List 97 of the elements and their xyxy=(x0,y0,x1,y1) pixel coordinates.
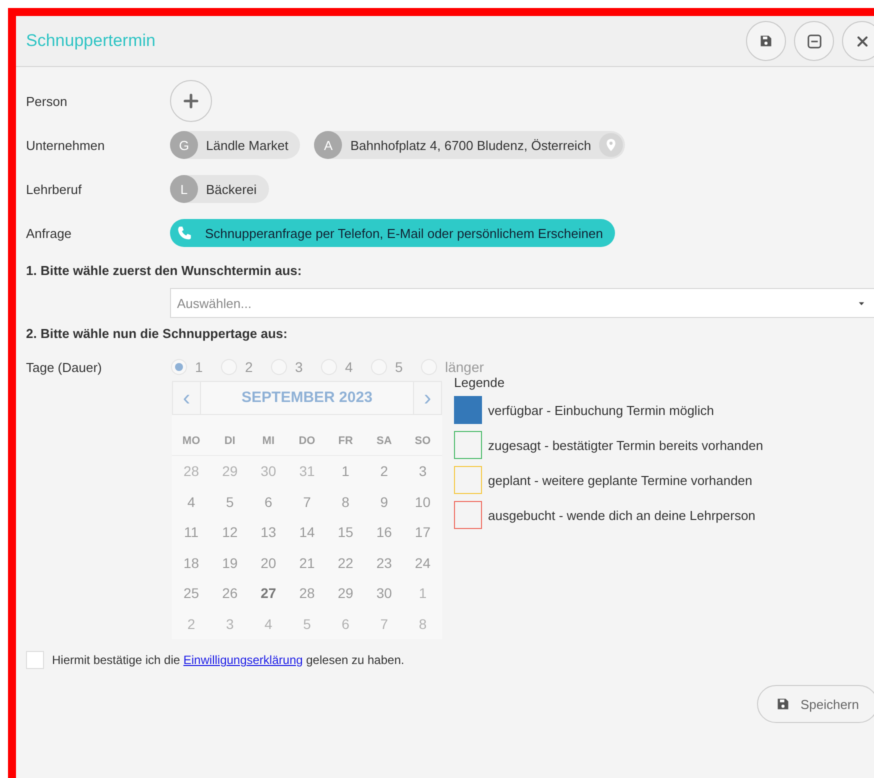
field-label: Unternehmen xyxy=(26,138,106,152)
field-label: Lehrberuf xyxy=(26,182,83,196)
window-title: Schnuppertermin xyxy=(26,31,156,51)
calendar-day[interactable]: 17 xyxy=(403,517,442,548)
calendar-day[interactable]: 1 xyxy=(326,456,365,486)
calendar-day[interactable]: 25 xyxy=(172,578,211,608)
option-label: 4 xyxy=(345,359,354,375)
calendar-day[interactable]: 10 xyxy=(403,486,442,517)
consent-checkbox[interactable] xyxy=(26,651,44,669)
info-chip[interactable]: A Bahnhofplatz 4, 6700 Bludenz, Österreich xyxy=(314,131,626,159)
calendar-day[interactable]: 7 xyxy=(364,608,404,639)
close-icon xyxy=(856,34,868,48)
save-icon xyxy=(776,697,790,711)
section-heading: 1. Bitte wähle zuerst den Wunschtermin aus: xyxy=(26,263,303,278)
month-title: SEPTEMBER 2023 xyxy=(240,388,374,408)
legend-text: ausgebucht - wende dich an deine Lehrperson xyxy=(488,508,756,522)
calendar-day[interactable]: 18 xyxy=(172,548,211,578)
weekday-label: MO xyxy=(172,427,211,456)
calendar-day[interactable]: 24 xyxy=(403,548,442,578)
minimize-button[interactable] xyxy=(794,21,834,61)
calendar-day[interactable]: 30 xyxy=(249,456,288,486)
option-label: 1 xyxy=(195,359,204,375)
calendar-day[interactable]: 5 xyxy=(210,486,250,517)
calendar-day[interactable]: 2 xyxy=(172,608,211,639)
calendar-day[interactable]: 28 xyxy=(288,578,326,608)
minimize-icon xyxy=(806,34,822,48)
initial-avatar: A xyxy=(314,131,342,159)
request-text: Schnupperanfrage per Telefon, E-Mail oder persönlichem Erscheinen xyxy=(205,226,603,240)
calendar-day[interactable]: 19 xyxy=(210,548,250,578)
calendar-day[interactable]: 1 xyxy=(403,578,442,608)
calendar-day[interactable]: 6 xyxy=(326,608,365,639)
consent-text: Hiermit bestätige ich die Einwilligungserklärung gelesen zu haben. xyxy=(52,653,404,667)
calendar-day[interactable]: 11 xyxy=(172,517,211,548)
calendar-day[interactable]: 13 xyxy=(249,517,288,548)
calendar-day[interactable]: 3 xyxy=(210,608,250,639)
calendar-day[interactable]: 15 xyxy=(326,517,365,548)
calendar-day[interactable]: 30 xyxy=(364,578,404,608)
plus-icon xyxy=(183,93,199,109)
calendar-day[interactable]: 29 xyxy=(326,578,365,608)
close-button[interactable] xyxy=(842,21,874,61)
weekday-label: DI xyxy=(210,427,250,456)
legend-text: geplant - weitere geplante Termine vorhanden xyxy=(488,472,752,488)
phone-icon xyxy=(176,224,193,242)
option-label: 2 xyxy=(245,359,254,375)
weekday-label: FR xyxy=(326,427,365,456)
field-label: Anfrage xyxy=(26,226,73,240)
save-button[interactable] xyxy=(746,21,786,61)
field-label: Tage (Dauer) xyxy=(26,360,103,374)
save-icon xyxy=(759,34,773,48)
chip-text: Bäckerei xyxy=(206,182,257,196)
calendar-day[interactable]: 4 xyxy=(249,608,288,639)
calendar-day[interactable]: 7 xyxy=(288,486,326,517)
calendar-day[interactable]: 9 xyxy=(364,486,404,517)
field-label: Person xyxy=(26,94,68,108)
chip-text: Bahnhofplatz 4, 6700 Bludenz, Österreich xyxy=(350,138,592,152)
legend-title: Legende xyxy=(454,375,506,390)
weekday-label: SO xyxy=(403,427,442,456)
option-label: länger xyxy=(445,359,484,375)
weekday-label: SA xyxy=(364,427,404,456)
initial-avatar: L xyxy=(170,175,198,203)
calendar-day[interactable]: 2 xyxy=(364,456,404,486)
calendar-day[interactable]: 23 xyxy=(364,548,404,578)
radio-button[interactable] xyxy=(171,359,187,375)
date-select[interactable]: Auswählen... xyxy=(170,288,874,318)
info-chip[interactable]: L Bäckerei xyxy=(170,175,269,203)
weekday-label: DO xyxy=(288,427,326,456)
legend-text: zugesagt - bestätigter Termin bereits vorhanden xyxy=(488,438,764,452)
calendar-day[interactable]: 22 xyxy=(326,548,365,578)
calendar-day[interactable]: 21 xyxy=(288,548,326,578)
legend-text: verfügbar - Einbuchung Termin möglich xyxy=(488,402,714,418)
add-person-button[interactable] xyxy=(170,80,212,122)
calendar-day[interactable]: 29 xyxy=(210,456,250,486)
calendar-day[interactable]: 12 xyxy=(210,517,250,548)
weekday-label: MI xyxy=(249,427,288,456)
calendar-day[interactable]: 3 xyxy=(403,456,442,486)
caret-icon xyxy=(858,300,865,306)
calendar-day[interactable]: 31 xyxy=(288,456,326,486)
info-chip[interactable]: G Ländle Market xyxy=(170,131,300,159)
calendar-day[interactable]: 14 xyxy=(288,517,326,548)
calendar-day[interactable]: 8 xyxy=(326,486,365,517)
chip-text: Ländle Market xyxy=(206,138,288,152)
calendar-day[interactable]: 5 xyxy=(288,608,326,639)
calendar-day[interactable]: 8 xyxy=(403,608,442,639)
calendar-day[interactable]: 4 xyxy=(172,486,211,517)
calendar-day[interactable]: 6 xyxy=(249,486,288,517)
request-chip[interactable]: Schnupperanfrage per Telefon, E-Mail oder persönlichem Erscheinen xyxy=(170,219,615,247)
option-label: 3 xyxy=(295,359,304,375)
section-heading: 2. Bitte wähle nun die Schnuppertage aus: xyxy=(26,326,288,341)
calendar-day[interactable]: 16 xyxy=(364,517,404,548)
consent-link[interactable]: Einwilligungserklärung xyxy=(183,653,303,667)
initial-avatar: G xyxy=(170,131,198,159)
calendar-day[interactable]: 27 xyxy=(249,578,288,608)
calendar-day[interactable]: 28 xyxy=(172,456,211,486)
calendar-day[interactable]: 20 xyxy=(249,548,288,578)
save-button[interactable]: Speichern xyxy=(757,685,874,723)
calendar-day[interactable]: 26 xyxy=(210,578,250,608)
option-label: 5 xyxy=(395,359,404,375)
